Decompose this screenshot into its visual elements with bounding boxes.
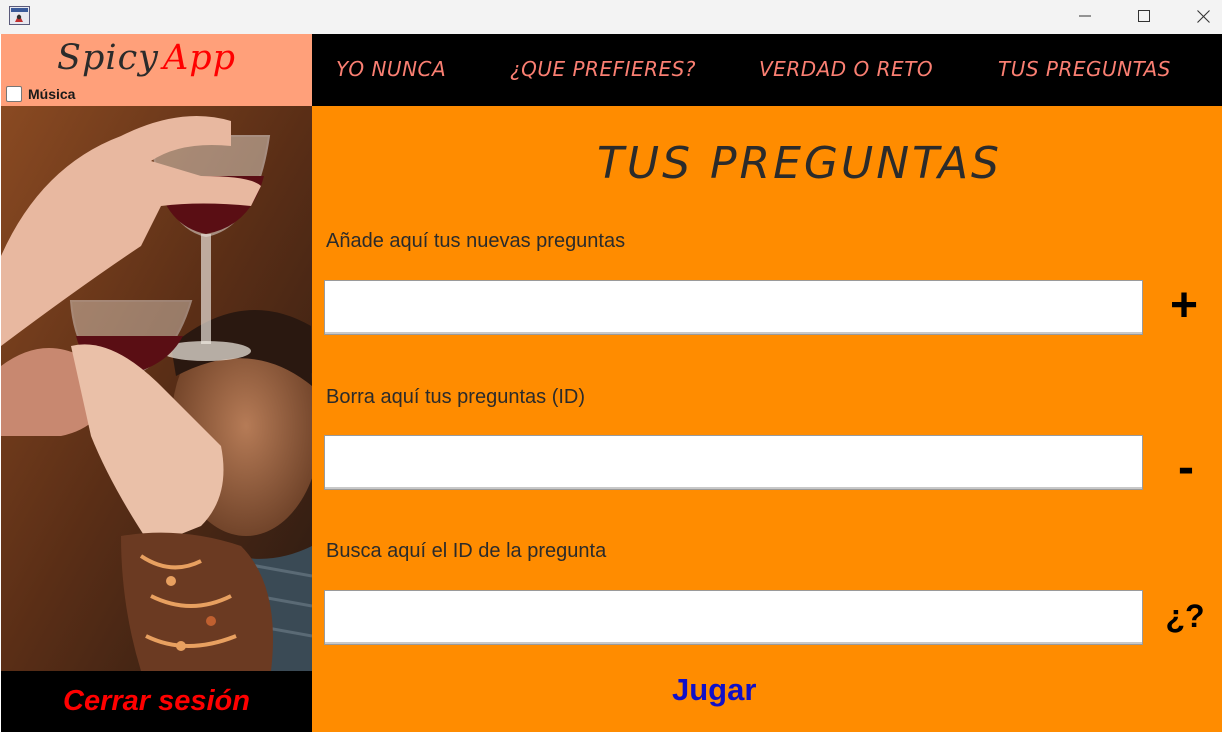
window-titlebar — [0, 0, 1222, 34]
logo-spicy-text: Spicy — [57, 38, 159, 78]
top-navigation: YO NUNCA ¿QUE PREFIERES? VERDAD O RETO T… — [312, 34, 1222, 106]
questions-panel: TUS PREGUNTAS Añade aquí tus nuevas preg… — [312, 106, 1222, 732]
close-icon — [1196, 9, 1210, 23]
add-question-label: Añade aquí tus nuevas preguntas — [326, 230, 626, 252]
find-question-button[interactable]: ¿? — [1155, 598, 1215, 635]
toast-photo — [1, 106, 312, 671]
logout-bar: Cerrar sesión — [1, 671, 312, 732]
maximize-icon — [1138, 10, 1150, 22]
find-question-label: Busca aquí el ID de la pregunta — [326, 540, 607, 562]
nav-verdad-o-reto[interactable]: VERDAD O RETO — [759, 57, 933, 81]
play-button[interactable]: Jugar — [672, 672, 756, 708]
find-question-input[interactable] — [324, 590, 1143, 645]
music-checkbox[interactable] — [6, 86, 22, 102]
app-logo: Spicy App — [57, 38, 236, 78]
nav-que-prefieres[interactable]: ¿QUE PREFIERES? — [510, 57, 696, 81]
minimize-icon — [1079, 15, 1091, 17]
brand-panel: Spicy App Música — [1, 34, 312, 106]
close-button[interactable] — [1174, 0, 1222, 32]
add-question-button[interactable]: + — [1154, 278, 1214, 333]
music-label: Música — [28, 86, 76, 102]
nav-tus-preguntas[interactable]: TUS PREGUNTAS — [998, 57, 1171, 81]
maximize-button[interactable] — [1115, 0, 1173, 32]
music-toggle[interactable]: Música — [6, 86, 75, 102]
page-title: TUS PREGUNTAS — [597, 138, 1002, 189]
logo-app-text: App — [162, 38, 237, 78]
delete-question-button[interactable]: - — [1156, 440, 1216, 495]
java-app-icon — [9, 6, 30, 25]
add-question-input[interactable] — [324, 280, 1143, 335]
logout-button[interactable]: Cerrar sesión — [1, 685, 312, 718]
nav-yo-nunca[interactable]: YO NUNCA — [336, 57, 446, 81]
minimize-button[interactable] — [1056, 0, 1114, 32]
delete-question-label: Borra aquí tus preguntas (ID) — [326, 386, 586, 408]
delete-question-input[interactable] — [324, 435, 1143, 490]
